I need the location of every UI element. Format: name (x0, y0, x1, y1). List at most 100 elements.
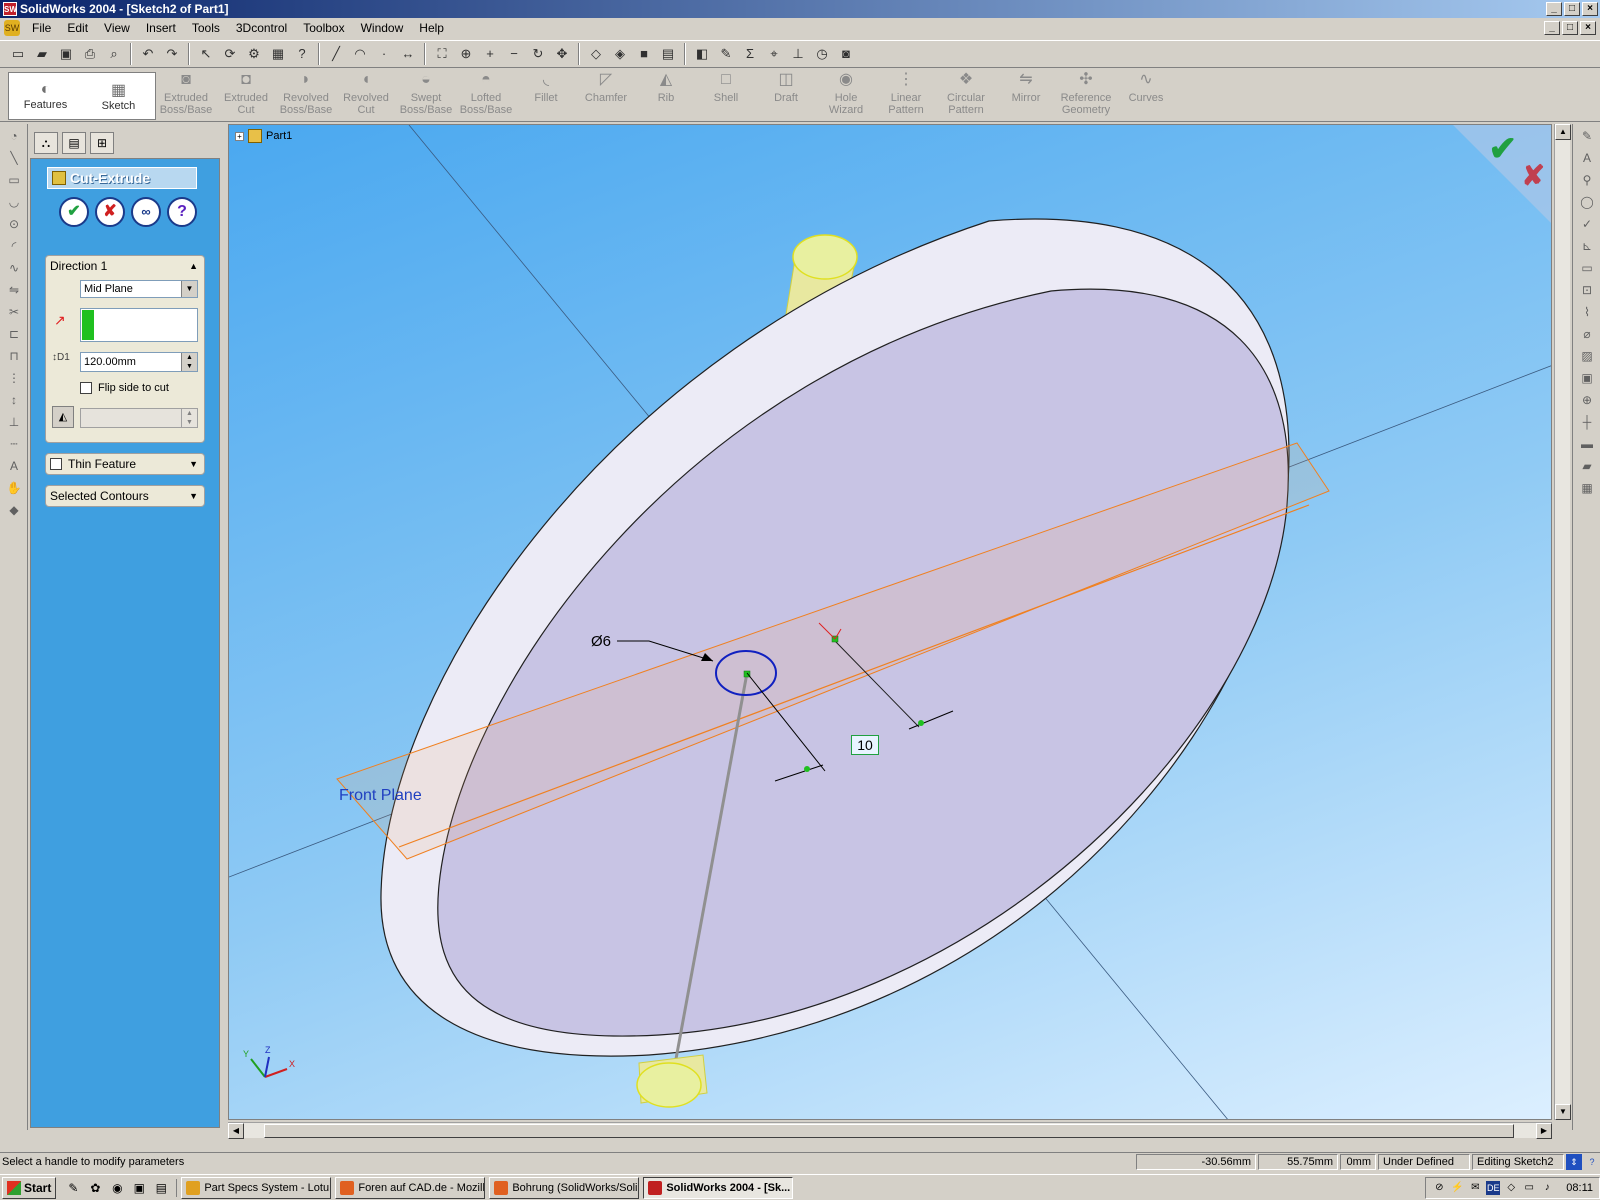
scroll-down-arrow[interactable]: ▼ (1555, 1104, 1571, 1120)
feature-button-shell[interactable]: □ Shell (696, 70, 756, 120)
grid-icon[interactable]: ▦ (268, 44, 288, 64)
feature-button-lofted-boss-base[interactable]: ◓ Lofted Boss/Base (456, 70, 516, 120)
sketch-tools-icon[interactable]: ✎ (716, 44, 736, 64)
cancel-button[interactable]: ✘ (95, 197, 125, 227)
chevron-down-icon[interactable]: ▼ (189, 459, 198, 469)
shaded-edges-icon[interactable]: ▤ (658, 44, 678, 64)
new-file-icon[interactable]: ▭ (8, 44, 28, 64)
depth-spinner[interactable]: ▲ ▼ (181, 353, 197, 371)
explorer-icon[interactable]: ▤ (152, 1179, 170, 1197)
weld-icon[interactable]: ⌇ (1576, 302, 1598, 322)
front-plane-label[interactable]: Front Plane (339, 787, 422, 805)
open-file-icon[interactable]: ▰ (32, 44, 52, 64)
maximize-button[interactable]: □ (1564, 2, 1580, 16)
language-indicator[interactable]: DE (1486, 1180, 1501, 1195)
draft-angle-input[interactable]: ▲ ▼ (80, 408, 198, 428)
ok-button[interactable]: ✔ (59, 197, 89, 227)
solidworks-menu-icon[interactable]: SW (4, 20, 20, 36)
shaded-icon[interactable]: ■ (634, 44, 654, 64)
feature-tree-root[interactable]: + Part1 (235, 129, 292, 143)
trim-tool-icon[interactable]: ✂ (3, 302, 25, 322)
property-manager-tab[interactable]: ▤ (62, 132, 86, 154)
taskbar-button-1[interactable]: Foren auf CAD.de - Mozill... (335, 1176, 486, 1199)
relations-icon[interactable]: ⊥ (788, 44, 808, 64)
feature-button-rib[interactable]: ◭ Rib (636, 70, 696, 120)
menu-3dcontrol[interactable]: 3Dcontrol (228, 21, 295, 35)
menu-toolbox[interactable]: Toolbox (295, 21, 352, 35)
text-icon[interactable]: A (1576, 148, 1598, 168)
ruler-icon[interactable]: ✎ (1576, 126, 1598, 146)
sketch-tool-icon[interactable]: ◔ (3, 126, 25, 146)
feature-button-hole-wizard[interactable]: ◉ Hole Wizard (816, 70, 876, 120)
detailed-preview-button[interactable]: ∞ (131, 197, 161, 227)
firefox-icon[interactable]: ◉ (108, 1179, 126, 1197)
tab-features[interactable]: ◐ Features (9, 73, 82, 119)
feature-button-mirror[interactable]: ⇋ Mirror (996, 70, 1056, 120)
draft-toggle-button[interactable]: ◭ (52, 406, 74, 428)
dropdown-arrow-icon[interactable]: ▼ (181, 281, 197, 297)
clock-icon[interactable]: ◷ (812, 44, 832, 64)
line-tool-icon[interactable]: ╲ (3, 148, 25, 168)
scroll-left-arrow[interactable]: ◀ (228, 1123, 244, 1139)
center-mark-icon[interactable]: ⊕ (1576, 390, 1598, 410)
text-tool-icon[interactable]: A (3, 456, 25, 476)
feature-button-circular-pattern[interactable]: ❖ Circular Pattern (936, 70, 996, 120)
close-button[interactable]: × (1582, 2, 1598, 16)
mirror-tool-icon[interactable]: ⇋ (3, 280, 25, 300)
hole-callout-icon[interactable]: ⌀ (1576, 324, 1598, 344)
notes-icon[interactable]: ✎ (64, 1179, 82, 1197)
pattern-tool-icon[interactable]: ⋮ (3, 368, 25, 388)
reverse-direction-icon[interactable]: ↗ (54, 312, 66, 329)
point-icon[interactable]: · (374, 44, 394, 64)
menu-file[interactable]: File (24, 21, 59, 35)
mail-icon[interactable]: ✉ (1468, 1181, 1482, 1195)
undo-icon[interactable]: ↶ (138, 44, 158, 64)
surface-finish-icon[interactable]: ⊾ (1576, 236, 1598, 256)
options-icon[interactable]: ⚙ (244, 44, 264, 64)
start-button[interactable]: Start (2, 1176, 57, 1199)
volume-icon[interactable]: ♪ (1540, 1181, 1554, 1195)
taskbar-button-0[interactable]: Part Specs System - Lotu... (181, 1176, 332, 1199)
flip-side-checkbox[interactable] (80, 382, 92, 394)
thin-feature-checkbox[interactable] (50, 458, 62, 470)
zoom-fit-icon[interactable]: ⛶ (432, 44, 452, 64)
area-hatch-icon[interactable]: ▨ (1576, 346, 1598, 366)
horizontal-scrollbar[interactable]: ◀ ▶ (228, 1122, 1552, 1139)
spline-tool-icon[interactable]: ∿ (3, 258, 25, 278)
convert-tool-icon[interactable]: ⊓ (3, 346, 25, 366)
arc-tool-icon[interactable]: ◡ (3, 192, 25, 212)
doc-minimize-button[interactable]: _ (1544, 21, 1560, 35)
feature-button-fillet[interactable]: ◟ Fillet (516, 70, 576, 120)
centerline-icon[interactable]: ┼ (1576, 412, 1598, 432)
flip-side-to-cut[interactable]: Flip side to cut (80, 382, 169, 394)
chevron-down-icon[interactable]: ▼ (189, 491, 198, 501)
minimize-button[interactable]: _ (1546, 2, 1562, 16)
feature-button-revolved-cut[interactable]: ◖ Revolved Cut (336, 70, 396, 120)
zoom-area-icon[interactable]: ⊕ (456, 44, 476, 64)
line-icon[interactable]: ╱ (326, 44, 346, 64)
antivirus-icon[interactable]: ⊘ (1432, 1181, 1446, 1195)
menu-insert[interactable]: Insert (138, 21, 184, 35)
diameter-dimension[interactable]: Ø6 (591, 633, 611, 650)
hand-tool-icon[interactable]: ✋ (3, 478, 25, 498)
rectangle-tool-icon[interactable]: ▭ (3, 170, 25, 190)
rebuild-status-icon[interactable]: ⇕ (1566, 1153, 1582, 1170)
table-icon[interactable]: ▦ (1576, 478, 1598, 498)
distance-dimension[interactable]: 10 (851, 735, 879, 755)
tab-sketch[interactable]: ▦ Sketch (82, 73, 155, 119)
measure-icon[interactable]: ⌖ (764, 44, 784, 64)
feature-button-revolved-boss-base[interactable]: ◗ Revolved Boss/Base (276, 70, 336, 120)
direction-selection-box[interactable] (80, 308, 198, 342)
rebuild-icon[interactable]: ⟳ (220, 44, 240, 64)
menu-view[interactable]: View (96, 21, 138, 35)
offset-tool-icon[interactable]: ⊏ (3, 324, 25, 344)
vertical-scrollbar[interactable]: ▲ ▼ (1554, 124, 1571, 1120)
hidden-lines-icon[interactable]: ◈ (610, 44, 630, 64)
graphics-viewport[interactable]: + Part1 ✔ ✘ Front Plane Ø6 10 Y Z X (228, 124, 1552, 1120)
doc-restore-button[interactable]: □ (1562, 21, 1578, 35)
lotus-icon[interactable]: ✿ (86, 1179, 104, 1197)
shape-tool-icon[interactable]: ◆ (3, 500, 25, 520)
section-view-icon[interactable]: ◧ (692, 44, 712, 64)
network-icon[interactable]: ⚡ (1450, 1181, 1464, 1195)
comment-icon[interactable]: ▬ (1576, 434, 1598, 454)
